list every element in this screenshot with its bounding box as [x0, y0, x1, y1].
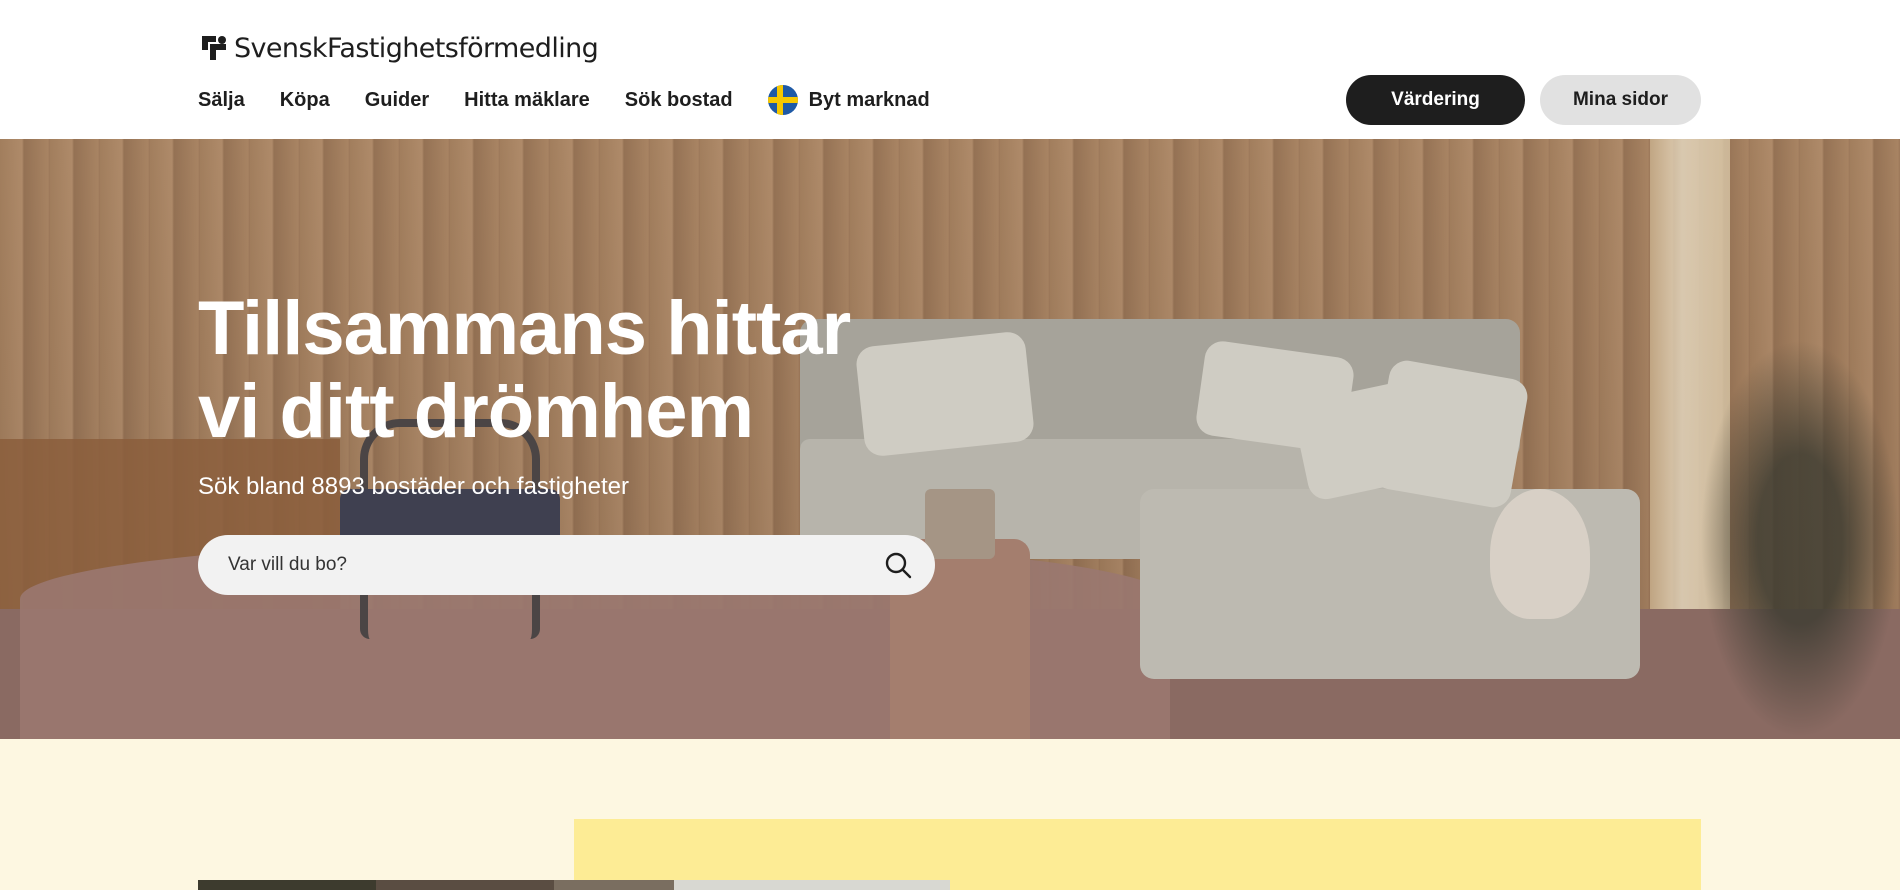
- hero-title-line: vi ditt drömhem: [198, 369, 754, 454]
- brand-name: SvenskFastighetsförmedling: [234, 32, 599, 64]
- search-bar: [198, 535, 935, 595]
- hero-title-line: Tillsammans hittar: [198, 286, 851, 371]
- vardering-button[interactable]: Värdering: [1346, 75, 1525, 125]
- content-section: [0, 739, 1900, 890]
- swedish-flag-icon: [767, 85, 798, 115]
- nav-item-hitta-maklare[interactable]: Hitta mäklare: [464, 89, 590, 112]
- photo-thumbnail: [376, 880, 554, 890]
- photo-strip: [198, 880, 950, 890]
- brand-logo[interactable]: SvenskFastighetsförmedling: [198, 32, 599, 64]
- hero-lamp: [1490, 489, 1590, 619]
- photo-thumbnail: [198, 880, 376, 890]
- hero-pillow: [854, 330, 1036, 458]
- photo-thumbnail: [554, 880, 674, 890]
- hero-section: Tillsammans hittar vi ditt drömhem Sök b…: [0, 139, 1900, 739]
- nav-item-salja[interactable]: Sälja: [198, 89, 245, 112]
- hero-subtitle: Sök bland 8893 bostäder och fastigheter: [198, 473, 629, 500]
- main-nav: Sälja Köpa Guider Hitta mäklare Sök bost…: [198, 80, 930, 120]
- hero-pillow: [1369, 357, 1531, 511]
- mina-sidor-button[interactable]: Mina sidor: [1540, 75, 1701, 125]
- photo-thumbnail: [674, 880, 950, 890]
- nav-item-kopa[interactable]: Köpa: [280, 89, 330, 112]
- site-header: SvenskFastighetsförmedling Sälja Köpa Gu…: [0, 0, 1900, 139]
- hero-title: Tillsammans hittar vi ditt drömhem: [198, 286, 851, 454]
- nav-item-label: Sök bostad: [624, 88, 733, 111]
- logo-icon: [202, 36, 226, 60]
- nav-item-label: Köpa: [279, 88, 330, 111]
- search-icon[interactable]: [881, 548, 915, 582]
- nav-item-sok-bostad[interactable]: Sök bostad: [625, 89, 733, 112]
- search-input[interactable]: [228, 554, 881, 576]
- hero-vase: [925, 489, 995, 559]
- nav-item-label: Byt marknad: [808, 88, 930, 111]
- nav-item-label: Guider: [364, 88, 430, 111]
- nav-item-label: Hitta mäklare: [464, 88, 590, 111]
- hero-plant: [1700, 339, 1900, 739]
- nav-item-guider[interactable]: Guider: [365, 89, 429, 112]
- nav-item-label: Sälja: [198, 88, 245, 111]
- nav-item-byt-marknad[interactable]: Byt marknad: [767, 85, 930, 115]
